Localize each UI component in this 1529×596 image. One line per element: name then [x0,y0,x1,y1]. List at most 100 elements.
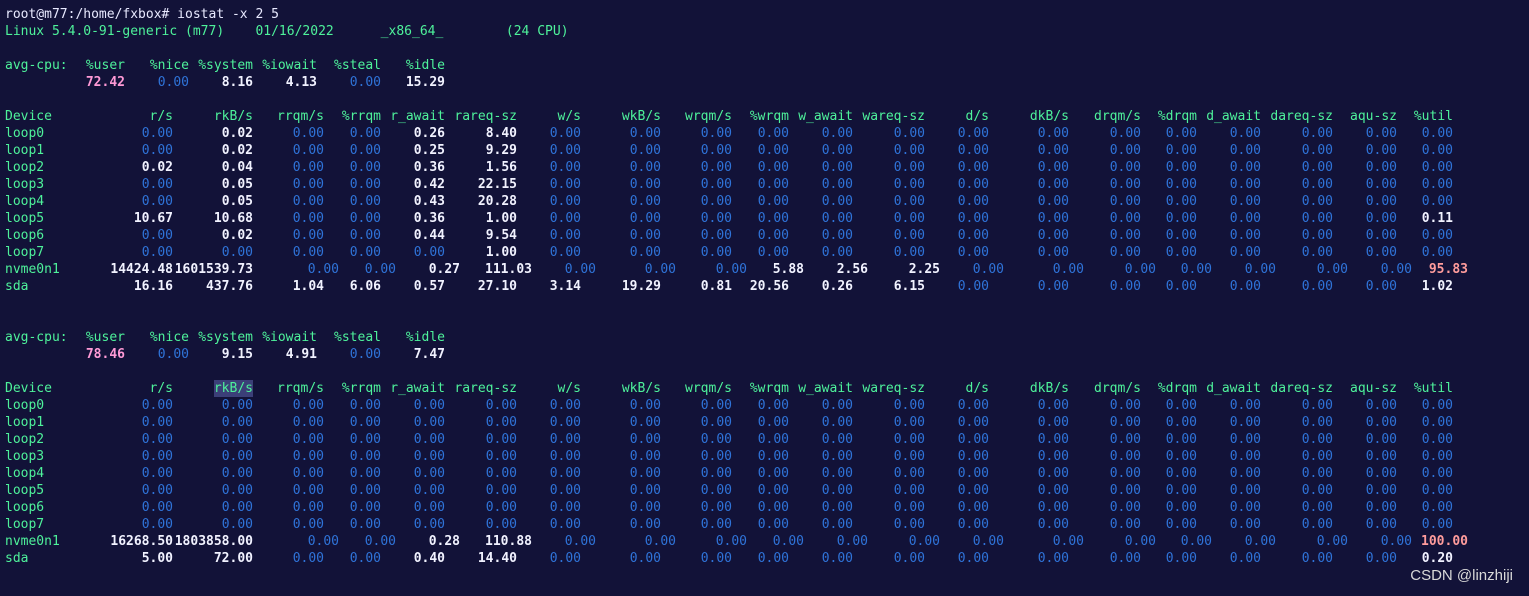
device-metric-value: 0.00 [307,534,339,549]
device-metric-value: 0.00 [700,160,732,175]
cpu-value: 0.00 [349,75,381,90]
device-column-header: wkB/s [621,109,661,124]
device-metric-value: 0.00 [292,432,324,447]
device-metric-value: 0.43 [413,194,445,209]
device-metric-value: 0.00 [1165,228,1197,243]
device-metric-value: 0.00 [307,262,339,277]
device-metric-value: 0.00 [1365,449,1397,464]
device-metric-value: 0.00 [893,466,925,481]
device-column-header: rrqm/s [277,109,324,124]
device-metric-value: 0.00 [1165,466,1197,481]
device-metric-value: 9.54 [485,228,517,243]
device-metric-value: 0.00 [1421,228,1453,243]
device-metric-value: 0.00 [893,177,925,192]
device-name: loop1 [5,415,45,430]
device-column-header: w_await [798,381,853,396]
device-header-label: Device [5,381,52,396]
device-metric-value: 0.00 [700,228,732,243]
device-metric-value: 0.00 [485,398,517,413]
device-metric-value: 0.00 [821,500,853,515]
device-metric-value: 0.00 [1180,534,1212,549]
cpu-header: %steal [334,330,381,345]
device-metric-value: 0.00 [1365,211,1397,226]
device-metric-value: 0.00 [1109,245,1141,260]
device-metric-value: 0.00 [349,228,381,243]
device-metric-value: 0.00 [957,160,989,175]
device-metric-value: 0.00 [1421,160,1453,175]
device-metric-value: 0.00 [549,466,581,481]
device-metric-value: 0.00 [1037,245,1069,260]
device-metric-value: 0.00 [1165,211,1197,226]
cpu-value: 0.00 [349,347,381,362]
device-metric-value: 16.16 [133,279,173,294]
device-name: loop4 [5,194,45,209]
command-prompt: root@m77:/home/fxbox# iostat -x 2 5 [5,7,279,22]
device-metric-value: 0.00 [1365,177,1397,192]
device-metric-value: 0.00 [1109,449,1141,464]
device-metric-value: 0.00 [221,500,253,515]
device-metric-value: 0.00 [1244,262,1276,277]
device-metric-value: 0.00 [1229,228,1261,243]
device-metric-value: 0.00 [1421,483,1453,498]
device-metric-value: 0.00 [221,245,253,260]
device-metric-value: 0.00 [413,245,445,260]
device-metric-value: 0.00 [644,534,676,549]
device-metric-value: 0.00 [957,500,989,515]
device-metric-value: 0.00 [364,262,396,277]
device-metric-value: 0.00 [141,126,173,141]
device-metric-value: 0.00 [1365,398,1397,413]
cpu-header: %system [198,58,253,73]
device-metric-value: 0.00 [1165,279,1197,294]
device-metric-value: 19.29 [621,279,661,294]
device-metric-value: 0.00 [1109,432,1141,447]
device-metric-value: 0.25 [413,143,445,158]
device-metric-value: 0.00 [700,177,732,192]
device-metric-value: 0.00 [1109,177,1141,192]
device-metric-value: 0.00 [1165,449,1197,464]
device-metric-value: 0.00 [629,160,661,175]
device-metric-value: 0.00 [972,534,1004,549]
device-metric-value: 0.00 [1180,262,1212,277]
device-metric-value: 110.88 [485,534,532,549]
device-metric-value: 0.00 [644,262,676,277]
device-metric-value: 0.00 [1365,160,1397,175]
device-metric-value: 0.00 [1421,177,1453,192]
device-metric-value: 0.00 [1380,534,1412,549]
device-column-header: d/s [965,381,989,396]
terminal-window[interactable]: root@m77:/home/fxbox# iostat -x 2 5 Linu… [0,0,1529,596]
device-metric-value: 0.00 [413,432,445,447]
device-metric-value: 0.00 [413,398,445,413]
device-metric-value: 0.00 [1037,500,1069,515]
device-metric-value: 0.00 [1365,245,1397,260]
device-column-header: wrqm/s [685,381,732,396]
device-metric-value: 0.00 [1037,194,1069,209]
device-metric-value: 0.00 [700,194,732,209]
device-metric-value: 0.00 [1301,211,1333,226]
device-metric-value: 0.00 [349,432,381,447]
device-metric-value: 0.00 [292,500,324,515]
device-metric-value: 0.00 [1109,211,1141,226]
device-metric-value: 0.00 [893,228,925,243]
device-metric-value: 0.00 [1301,245,1333,260]
device-metric-value: 0.00 [893,500,925,515]
cpu-value: 8.16 [221,75,253,90]
device-metric-value: 0.00 [1365,466,1397,481]
device-metric-value: 0.00 [821,466,853,481]
device-column-header: r_await [390,381,445,396]
device-metric-value: 0.00 [1301,415,1333,430]
device-metric-value: 0.00 [957,211,989,226]
device-column-header: r/s [149,109,173,124]
device-metric-value: 0.00 [292,398,324,413]
device-metric-value: 0.00 [629,143,661,158]
device-name: loop6 [5,228,45,243]
device-metric-value: 0.00 [629,449,661,464]
device-metric-value: 0.00 [349,245,381,260]
device-metric-value: 0.00 [836,534,868,549]
device-metric-value: 0.00 [292,211,324,226]
device-metric-value: 6.15 [893,279,925,294]
device-column-header: dkB/s [1029,381,1069,396]
device-name: loop7 [5,245,45,260]
device-metric-value: 0.00 [1301,432,1333,447]
device-metric-value: 0.00 [700,415,732,430]
device-metric-value: 0.00 [549,415,581,430]
